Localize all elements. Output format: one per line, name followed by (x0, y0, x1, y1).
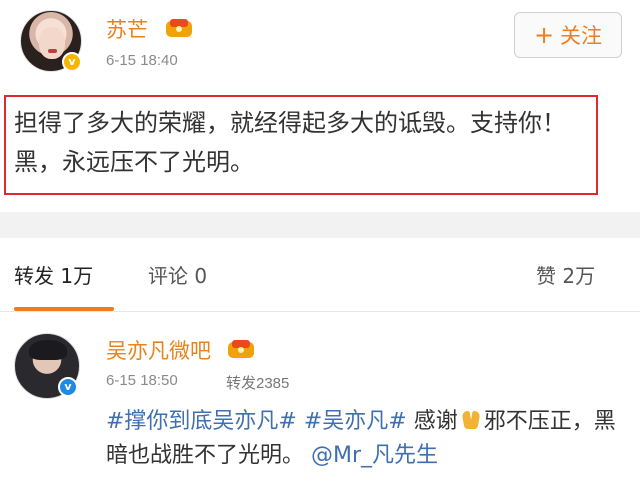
crown-vip-icon (228, 340, 254, 358)
verified-badge-icon: v (62, 52, 82, 72)
plus-icon: + (533, 21, 555, 49)
mention-link[interactable]: @Mr_凡先生 (311, 443, 438, 468)
section-divider (0, 212, 640, 238)
verified-badge-icon: v (58, 377, 78, 397)
hashtag-link[interactable]: #吴亦凡# (304, 409, 407, 434)
tab-comment[interactable]: 评论 0 (148, 260, 207, 289)
post-time: 6-15 18:40 (106, 52, 178, 69)
avatar-hair (29, 340, 67, 360)
author-name[interactable]: 苏芒 (106, 14, 148, 44)
tab-repost[interactable]: 转发 1万 (14, 260, 93, 289)
follow-label: 关注 (560, 24, 603, 48)
repost-text: #撑你到底吴亦凡# #吴亦凡# 感谢 邪不压正，黑暗也战胜不了光明。 @Mr_凡先… (106, 405, 626, 473)
interaction-tabs: 转发 1万 评论 0 赞 2万 (0, 238, 640, 312)
repost-time: 6-15 18:50 (106, 372, 178, 389)
repost-author-name[interactable]: 吴亦凡微吧 (106, 335, 211, 365)
tab-like[interactable]: 赞 2万 (536, 260, 595, 289)
repost-item: v 吴亦凡微吧 6-15 18:50 转发2385 #撑你到底吴亦凡# #吴亦凡… (0, 313, 640, 493)
repost-count: 转发2385 (226, 375, 290, 392)
crown-vip-icon (166, 19, 192, 37)
pray-emoji-icon (459, 409, 483, 431)
avatar-lips (48, 49, 57, 53)
avatar-face (39, 27, 65, 59)
hashtag-link[interactable]: #撑你到底吴亦凡# (106, 409, 297, 434)
original-post: v 苏芒 6-15 18:40 + 关注 担得了多大的荣耀，就经得起多大的诋毁。… (0, 0, 640, 212)
post-text: 担得了多大的荣耀，就经得起多大的诋毁。支持你！黑，永远压不了光明。 (14, 109, 566, 176)
repost-text-part: 感谢 (413, 409, 458, 434)
follow-button[interactable]: + 关注 (514, 12, 622, 58)
active-tab-indicator (14, 307, 114, 311)
